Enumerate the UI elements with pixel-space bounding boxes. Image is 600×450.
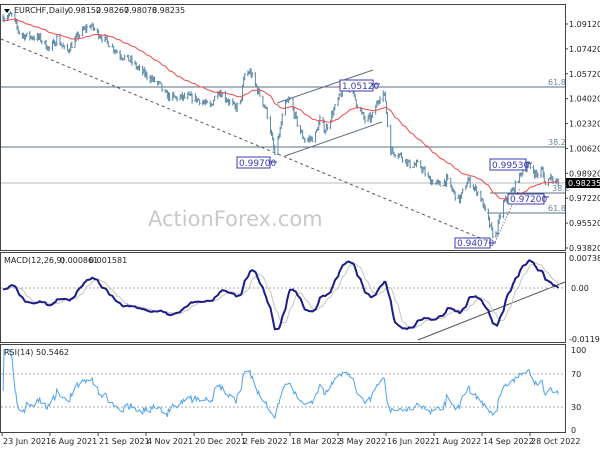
date-tick-label: 20 Dec 2021 [195, 437, 246, 446]
price-tick-label: 1.02320 [569, 120, 600, 129]
date-tick-label: 4 Nov 2021 [147, 437, 193, 446]
price-tick-label: 1.05720 [569, 70, 600, 79]
date-tick-label: 2 Feb 2022 [243, 437, 288, 446]
price-axis[interactable]: 1.09120 1.07420 1.05720 1.04020 1.02320 1.006… [565, 20, 600, 253]
date-axis[interactable]: 23 Jun 2021 6 Aug 2021 21 Sep 20214 Nov 20… [1, 432, 580, 446]
watermark: ActionForex.com [148, 207, 323, 231]
price-bar [502, 200, 505, 219]
price-label-1-05120: 1.05120 [342, 82, 379, 92]
price-label-0-99700: 0.99700 [239, 159, 276, 169]
date-tick-label: 23 Jun 2021 [3, 437, 51, 446]
annotation-layer: 61.8 38.2 38.2 61.8 [0, 38, 570, 341]
price-bar [409, 159, 412, 169]
chart-window: ActionForex.com 61.8 38.2 38.2 61.8 0.99… [0, 0, 600, 450]
date-tick-label: 3 May 2022 [339, 437, 386, 446]
price-label-0-97200: 0.97200 [510, 195, 547, 205]
rsi-axis-label: 70 [571, 370, 581, 379]
moving-average-line [3, 18, 559, 200]
chart-canvas: ActionForex.com 61.8 38.2 38.2 61.8 0.99… [0, 4, 600, 446]
price-bar [461, 188, 464, 194]
macd-line [2, 259, 559, 331]
fib-label: 38.2 [548, 138, 566, 147]
price-bar [469, 175, 472, 189]
macd-trendline[interactable] [417, 281, 566, 341]
price-tick-label: 1.09120 [569, 20, 600, 29]
price-bar [491, 226, 494, 239]
macd-axis-label: 0.00 [571, 284, 589, 293]
fib-label: 61.8 [548, 204, 566, 213]
price-tick-label: 1.07420 [569, 45, 600, 54]
date-tick-label: 18 Mar 2022 [291, 437, 342, 446]
ohlc-close: 0.98235 [152, 6, 185, 15]
rsi-axis-label: 30 [571, 403, 581, 412]
rsi-line [2, 349, 559, 420]
rsi-axis-label: 100 [571, 346, 586, 355]
price-bar [198, 99, 201, 106]
date-tick-label: 14 Sep 2022 [483, 437, 534, 446]
date-tick-label: 6 Aug 2021 [51, 437, 97, 446]
price-bars [2, 10, 560, 239]
fib-label: 61.8 [548, 78, 566, 87]
price-bar [28, 30, 31, 41]
macd-axis-label: -0.0119 [569, 335, 600, 344]
price-bar [161, 83, 163, 93]
date-tick-label: 1 Aug 2022 [435, 437, 481, 446]
price-bar [108, 45, 111, 48]
macd-title: MACD(12,26,9) [4, 256, 65, 265]
channel-lower-line[interactable] [284, 121, 383, 157]
price-bar [514, 180, 517, 194]
price-tick-label: 0.95520 [569, 219, 600, 228]
price-bar [63, 45, 66, 50]
price-bar [281, 112, 284, 126]
rsi-axis-label: 0 [571, 426, 576, 435]
date-tick-label: 16 Jun 2022 [387, 437, 435, 446]
price-tick-label: 1.04020 [569, 95, 600, 104]
price-label-0-94070: 0.94070 [457, 239, 494, 249]
rsi-value: 50.5462 [36, 348, 69, 357]
rsi-title: RSI(14) [4, 348, 33, 357]
macd-axis-label: 0.007384 [569, 254, 600, 263]
symbol-title: EURCHF,Daily [14, 6, 69, 15]
price-tick-label: 0.98920 [569, 169, 600, 178]
price-tick-label: 0.97220 [569, 194, 600, 203]
collapse-triangle-icon[interactable] [4, 9, 10, 13]
date-tick-label: 21 Sep 2021 [99, 437, 150, 446]
price-tick-label: 0.93820 [569, 244, 600, 253]
price-bar [386, 112, 389, 128]
price-tick-label: 1.00620 [569, 144, 600, 153]
current-price-value: 0.98235 [568, 179, 600, 188]
date-tick-label: 28 Oct 2022 [531, 437, 580, 446]
price-bar [382, 90, 385, 103]
macd-signal-value: 0.001581 [89, 256, 127, 265]
price-bar [314, 131, 317, 143]
price-bar [529, 162, 532, 169]
price-bar [401, 156, 404, 163]
price-label-0-99530: 0.99530 [492, 161, 529, 171]
